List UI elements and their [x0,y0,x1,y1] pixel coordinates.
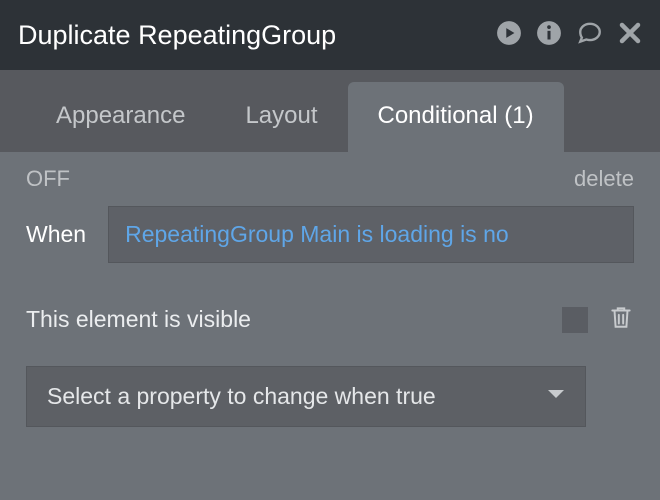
tab-conditional[interactable]: Conditional (1) [348,82,564,152]
property-row: This element is visible [26,303,634,336]
close-icon[interactable] [618,21,642,50]
when-label: When [26,221,86,248]
comment-icon[interactable] [576,20,604,51]
info-icon[interactable] [536,20,562,51]
panel-title: Duplicate RepeatingGroup [18,20,496,51]
visible-checkbox[interactable] [562,307,588,333]
condition-state-toggle[interactable]: OFF [26,166,70,192]
play-icon[interactable] [496,20,522,51]
delete-condition-link[interactable]: delete [574,166,634,192]
condition-row-header: OFF delete [26,166,634,192]
expression-text: RepeatingGroup Main is loading is no [125,221,509,248]
tab-appearance[interactable]: Appearance [26,82,215,152]
property-dropdown[interactable]: Select a property to change when true [26,366,586,427]
tab-layout[interactable]: Layout [215,82,347,152]
header-action-icons [496,20,642,51]
expression-input[interactable]: RepeatingGroup Main is loading is no [108,206,634,263]
panel-header: Duplicate RepeatingGroup [0,0,660,70]
trash-icon[interactable] [608,303,634,336]
dropdown-placeholder: Select a property to change when true [47,383,547,410]
chevron-down-icon [547,388,565,406]
when-row: When RepeatingGroup Main is loading is n… [26,206,634,263]
tab-bar: Appearance Layout Conditional (1) [0,70,660,152]
property-label: This element is visible [26,306,562,333]
conditional-body: OFF delete When RepeatingGroup Main is l… [0,152,660,451]
